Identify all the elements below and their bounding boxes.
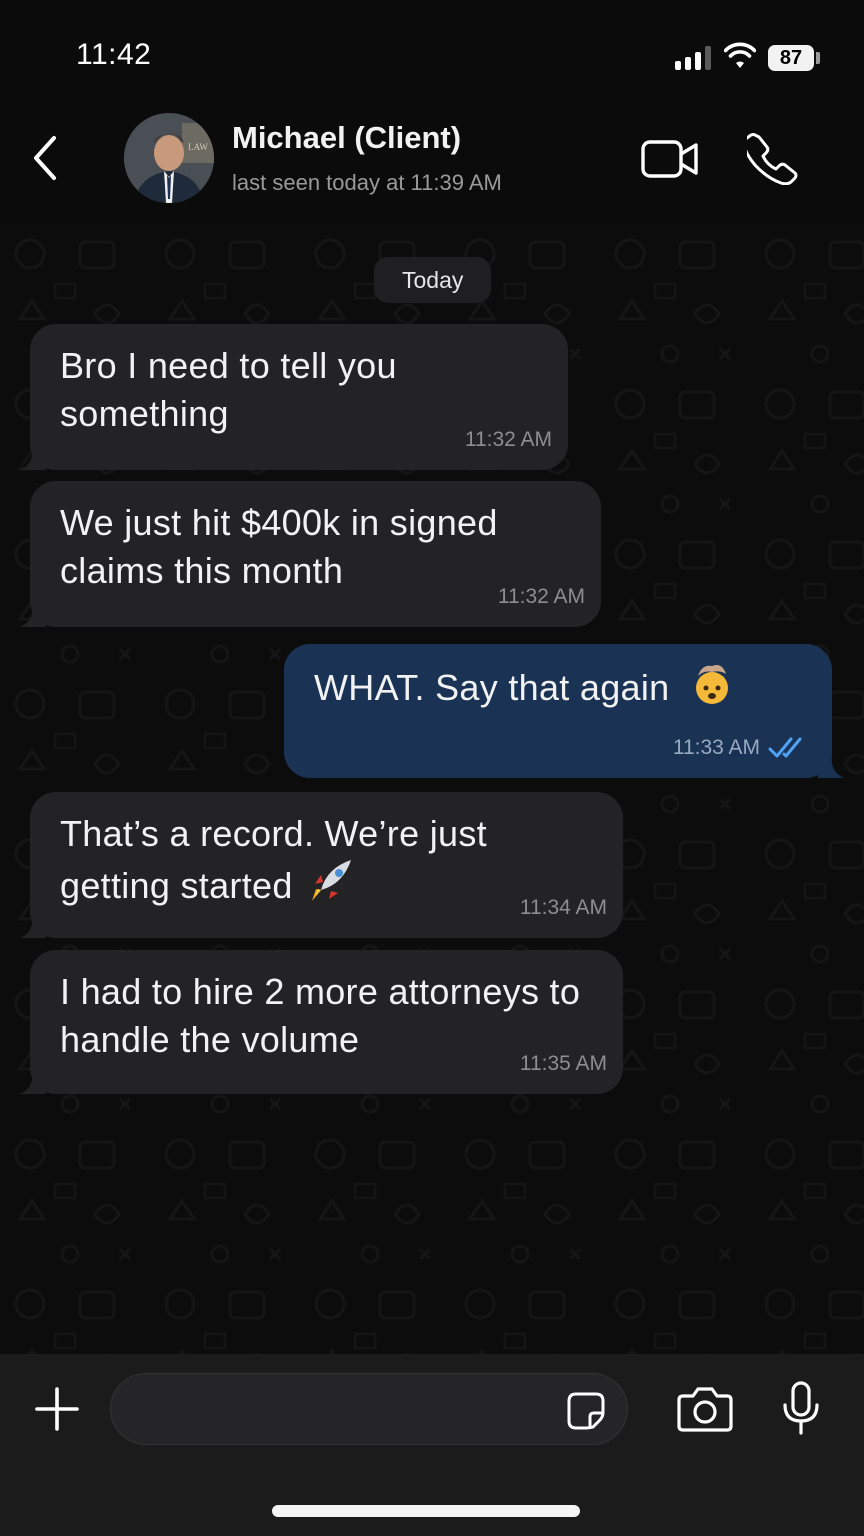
message-text-row: That’s a record. We’re just getting star… [60, 810, 560, 910]
message-text: We just hit $400k in signed claims this … [60, 502, 498, 591]
camera-icon [677, 1387, 733, 1432]
message-timestamp: 11:32 AM [497, 585, 585, 608]
sticker-icon [567, 1392, 605, 1430]
message-bubble-incoming[interactable]: That’s a record. We’re just getting star… [20, 792, 623, 938]
read-double-check-icon [768, 737, 802, 758]
video-call-button[interactable] [640, 134, 700, 184]
message-bubble-incoming[interactable]: I had to hire 2 more attorneys to handle… [20, 950, 623, 1094]
message-timestamp: 11:32 AM [464, 428, 552, 451]
last-seen-status: last seen today at 11:39 AM [232, 170, 502, 195]
battery-indicator: 87 [768, 45, 814, 71]
sticker-button[interactable] [564, 1389, 608, 1433]
battery-cap [816, 52, 820, 64]
phone-icon [747, 133, 798, 185]
message-input[interactable] [110, 1373, 628, 1445]
message-list[interactable]: Today Bro I need to tell you something 1… [0, 224, 864, 1354]
message-bubble-outgoing[interactable]: WHAT. Say that again 11:33 AM [284, 644, 844, 778]
message-meta: 11:33 AM [673, 736, 810, 760]
svg-text:LAW: LAW [188, 142, 208, 152]
video-camera-icon [641, 140, 698, 178]
contact-photo: LAW [124, 113, 214, 203]
attach-button[interactable] [32, 1384, 82, 1434]
bubble-tail [20, 916, 46, 938]
home-indicator[interactable] [272, 1505, 580, 1517]
message-bubble-incoming[interactable]: We just hit $400k in signed claims this … [20, 481, 601, 627]
composer-bar [0, 1354, 864, 1536]
message-bubble-incoming[interactable]: Bro I need to tell you something 11:32 A… [20, 324, 568, 470]
bubble-tail [20, 448, 46, 470]
message-text: WHAT. Say that again [314, 667, 670, 708]
message-text: I had to hire 2 more attorneys to handle… [60, 971, 581, 1060]
message-timestamp: 11:34 AM [519, 896, 607, 919]
cellular-signal-icon [675, 46, 713, 70]
avatar[interactable]: LAW [124, 113, 214, 203]
bubble-tail [818, 756, 844, 778]
status-time: 11:42 [76, 38, 152, 71]
chevron-left-icon [34, 136, 56, 180]
camera-button[interactable] [676, 1384, 734, 1434]
microphone-icon [783, 1381, 819, 1435]
voice-call-button[interactable] [744, 130, 802, 188]
bubble-tail [20, 1072, 46, 1094]
chat-screen: 11:42 87 LAW Michael (Client) last seen … [0, 0, 864, 1536]
back-button[interactable] [20, 130, 70, 186]
status-bar: 11:42 87 [0, 0, 864, 100]
message-timestamp: 11:33 AM [672, 736, 760, 759]
message-text: That’s a record. We’re just getting star… [60, 813, 487, 906]
contact-name[interactable]: Michael (Client) [232, 120, 461, 156]
message-text-row: WHAT. Say that again [314, 662, 802, 712]
date-separator: Today [374, 257, 492, 303]
exploding-head-emoji [695, 665, 728, 704]
rocket-emoji [311, 860, 351, 901]
message-text: Bro I need to tell you something [60, 345, 397, 434]
chat-header: LAW Michael (Client) last seen today at … [0, 100, 864, 224]
message-timestamp: 11:35 AM [519, 1052, 607, 1075]
plus-icon [35, 1387, 79, 1431]
bubble-tail [20, 605, 46, 627]
voice-message-button[interactable] [778, 1380, 824, 1436]
wifi-icon [724, 42, 756, 68]
